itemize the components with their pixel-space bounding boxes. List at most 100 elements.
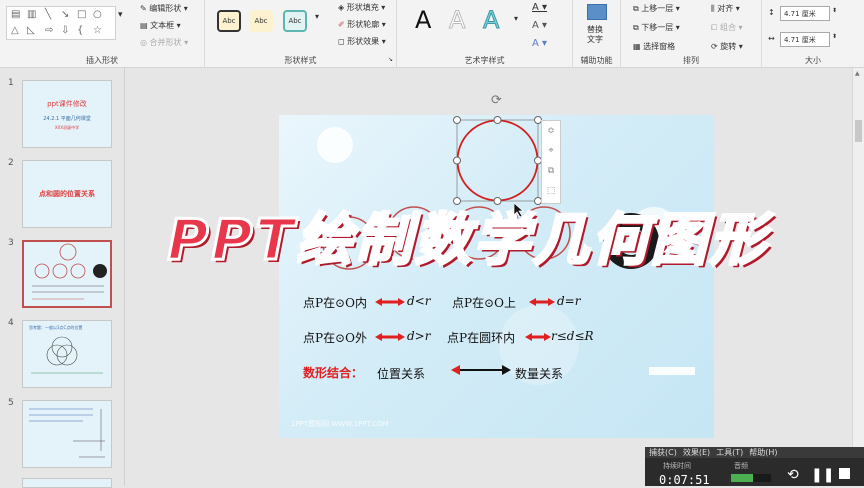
edit-shape-button[interactable]: ✎ 编辑形状 ▾ [140, 3, 188, 14]
width-spinner-icon[interactable]: ⬍ [832, 33, 837, 40]
text-outline-icon[interactable]: A ▾ [532, 20, 547, 31]
decor-bar [649, 367, 695, 375]
size-group: ↕ 4.71 厘米 ⬍ ↔ 4.71 厘米 ⬍ 大小 [762, 0, 864, 68]
alt-text-icon[interactable] [587, 4, 607, 20]
crop-icon[interactable]: ⬚ [542, 181, 560, 201]
combo-label[interactable]: 数形结合： [303, 364, 363, 381]
recorder-menu-tools[interactable]: 工具(T) [716, 447, 743, 458]
rotate-button[interactable]: ⟳ 旋转 ▾ [711, 41, 743, 52]
width-input[interactable]: 4.71 厘米 [780, 32, 830, 47]
slide-line-1a[interactable]: 点P在⊙O内 [303, 294, 367, 311]
line-icon[interactable]: ╲ [45, 9, 51, 20]
effects-icon: ◻ [338, 37, 348, 46]
shape-styles-group: Abc Abc Abc ▾ ◈ 形状填充 ▾ ✐ 形状轮廓 ▾ ◻ 形状效果 ▾… [205, 0, 397, 68]
style-icon[interactable]: ⌖ [542, 141, 560, 161]
merge-shapes-button[interactable]: ◎ 合并形状 ▾ [140, 37, 188, 48]
slide-line-1b[interactable]: 点P在⊙O上 [452, 294, 516, 311]
triangle-icon[interactable]: △ [11, 25, 19, 36]
mouse-cursor-icon [514, 203, 524, 217]
slide-thumbnail-3[interactable] [22, 240, 112, 308]
thumb-number-5: 5 [8, 398, 14, 408]
height-input[interactable]: 4.71 厘米 [780, 6, 830, 21]
slide-thumbnail-1[interactable]: ppt课件修改 24.2.1 平面几何课堂 XXX初级中学 [22, 80, 112, 148]
arrow-down-icon[interactable]: ⇩ [61, 25, 69, 36]
shapes-gallery[interactable]: ▤ ▥ ╲ ↘ □ ○ △ ◺ ⇨ ⇩ { ☆ [6, 6, 116, 40]
group-icon: ⧠ [711, 23, 720, 32]
text-box-button[interactable]: ▤ 文本框 ▾ [140, 20, 181, 31]
group-button[interactable]: ⧠ 组合 ▾ [711, 22, 743, 33]
slide-thumbnail-6-partial[interactable] [22, 478, 112, 488]
recorder-menu-effects[interactable]: 效果(E) [683, 447, 710, 458]
shape-style-3[interactable]: Abc [283, 10, 307, 32]
wordart-style-3[interactable]: A [482, 6, 499, 35]
slide-thumbnail-5[interactable] [22, 400, 112, 468]
wordart-style-1[interactable]: A [415, 6, 431, 34]
shapes-more-icon[interactable]: ▾ [118, 10, 123, 20]
shape-style-1[interactable]: Abc [217, 10, 241, 32]
thumb4-preview [31, 336, 103, 374]
slide-thumbnail-2[interactable]: 点和圆的位置关系 [22, 160, 112, 228]
slide-watermark: 1PPT模板网 WWW.1PPT.COM [291, 420, 389, 428]
insert-shapes-label: 插入形状 [86, 56, 118, 65]
arrow-right-icon[interactable]: ⇨ [45, 25, 53, 36]
slide-rel-2a[interactable]: d>r [407, 329, 430, 343]
stop-icon[interactable] [839, 468, 850, 479]
accessibility-label: 辅助功能 [580, 56, 613, 65]
text-fill-icon[interactable]: A ▾ [532, 2, 547, 13]
fill-icon[interactable]: ⧉ [542, 161, 560, 181]
combo-right[interactable]: 数量关系 [515, 365, 563, 382]
text-effects-icon[interactable]: A ▾ [532, 38, 547, 49]
restart-icon[interactable]: ⟲ [787, 467, 799, 483]
accessibility-group: 替换 文字 辅助功能 [573, 0, 621, 68]
layout-options-icon[interactable]: ≎ [542, 121, 560, 141]
wordart-style-2[interactable]: A [448, 6, 465, 35]
slide-rel-1b[interactable]: d=r [557, 294, 580, 308]
vertical-scrollbar[interactable]: ▲ [852, 68, 864, 448]
send-backward-button[interactable]: ⧉ 下移一层 ▾ [633, 22, 680, 33]
thumb-number-4: 4 [8, 318, 14, 328]
audio-label: 音频 [734, 462, 748, 470]
slide-line-2a[interactable]: 点P在⊙O外 [303, 329, 367, 346]
thumb5-preview [29, 408, 105, 458]
recorder-menu-help[interactable]: 帮助(H) [749, 447, 777, 458]
textbox-shape-icon[interactable]: ▤ [11, 9, 20, 20]
arrow-line-icon[interactable]: ↘ [61, 9, 69, 20]
slide-rel-1a[interactable]: d<r [407, 294, 430, 308]
vertical-textbox-icon[interactable]: ▥ [27, 9, 36, 20]
recorder-menu-capture[interactable]: 捕获(C) [649, 447, 677, 458]
shape-outline-button[interactable]: ✐ 形状轮廓 ▾ [338, 19, 386, 30]
bring-forward-button[interactable]: ⧉ 上移一层 ▾ [633, 3, 680, 14]
slide-thumbnail-4[interactable]: 思考题：一般以3点C点的位置 [22, 320, 112, 388]
size-label: 大小 [805, 56, 821, 65]
combo-left[interactable]: 位置关系 [377, 365, 425, 382]
shape-effects-button[interactable]: ◻ 形状效果 ▾ [338, 36, 386, 47]
wordart-label: 艺术字样式 [464, 56, 505, 65]
selected-circle [456, 119, 539, 202]
shape-fill-button[interactable]: ◈ 形状填充 ▾ [338, 2, 385, 13]
slide-line-2b[interactable]: 点P在圆环内 [447, 329, 515, 346]
video-title-banner: PPT绘制数学几何图形 [166, 207, 769, 275]
alt-text-line2[interactable]: 文字 [587, 34, 603, 45]
selection-pane-button[interactable]: ▦ 选择窗格 [633, 41, 675, 52]
rectangle-icon[interactable]: □ [77, 9, 86, 20]
star-icon[interactable]: ☆ [93, 25, 102, 36]
wordart-more-icon[interactable]: ▾ [514, 14, 518, 23]
pause-icon[interactable]: ❚❚ [811, 467, 834, 483]
thumb1-title: ppt课件修改 [47, 100, 87, 108]
oval-icon[interactable]: ○ [93, 9, 102, 20]
insert-shapes-group: ▤ ▥ ╲ ↘ □ ○ △ ◺ ⇨ ⇩ { ☆ ▾ ✎ 编辑形状 ▾ ▤ 文本框… [0, 0, 205, 68]
scroll-up-icon[interactable]: ▲ [855, 70, 860, 77]
shape-style-2[interactable]: Abc [249, 10, 273, 32]
thumb-number-1: 1 [8, 78, 14, 88]
handle-ml [453, 156, 461, 165]
slide-rel-2b[interactable]: r≤d≤R [551, 329, 594, 343]
width-icon: ↔ [768, 34, 775, 43]
brace-icon[interactable]: { [77, 25, 83, 36]
arrange-label: 排列 [683, 56, 699, 65]
scroll-thumb[interactable] [855, 120, 862, 142]
height-spinner-icon[interactable]: ⬍ [832, 7, 837, 14]
styles-more-icon[interactable]: ▾ [315, 12, 319, 21]
right-triangle-icon[interactable]: ◺ [27, 25, 35, 36]
edit-shape-icon: ✎ [140, 4, 150, 13]
align-button[interactable]: ⫼ 对齐 ▾ [711, 3, 740, 14]
